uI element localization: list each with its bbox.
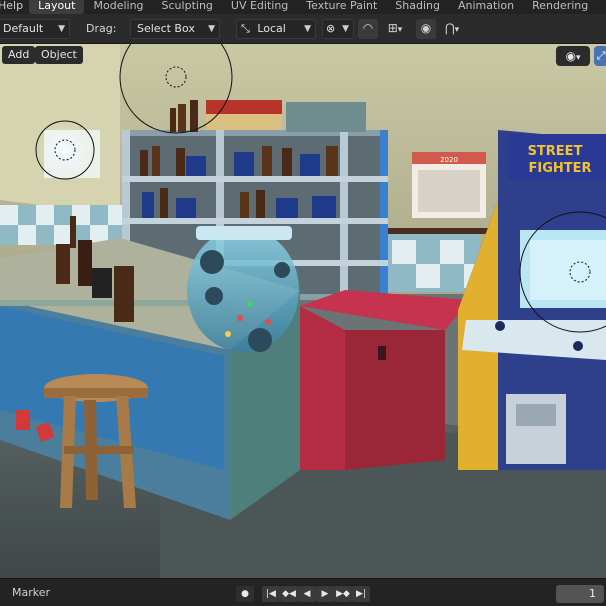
orientation-value: Default xyxy=(3,22,44,35)
transform-orientation-dropdown[interactable]: ⤡ Local ▼ xyxy=(236,19,316,39)
play-reverse-button[interactable]: ◀ xyxy=(298,586,316,602)
transform-orientation-icon: ⤡ xyxy=(241,22,250,35)
help-menu[interactable]: Help xyxy=(0,0,29,14)
snap-icon: ⊞ xyxy=(387,21,398,35)
marker-menu[interactable]: Marker xyxy=(12,586,50,599)
play-button[interactable]: ▶ xyxy=(316,586,334,602)
jump-start-button[interactable]: |◀ xyxy=(262,586,280,602)
tab-rendering[interactable]: Rendering xyxy=(523,0,597,14)
tab-animation[interactable]: Animation xyxy=(449,0,523,14)
falloff-icon: ⋂ xyxy=(444,21,455,35)
workspace-bar: Help Layout Modeling Sculpting UV Editin… xyxy=(0,0,606,14)
timeline-footer: Marker ● |◀ ◆◀ ◀ ▶ ▶◆ ▶| 1 xyxy=(0,578,606,606)
gizmo-icon: ⤢ xyxy=(596,49,606,62)
next-keyframe-icon: ▶◆ xyxy=(336,589,350,599)
tab-texture-paint[interactable]: Texture Paint xyxy=(297,0,386,14)
jump-start-icon: |◀ xyxy=(266,589,276,599)
link-icon: ⊗ xyxy=(326,22,336,35)
chevron-down-icon: ▼ xyxy=(208,24,215,34)
proportional-editing-toggle[interactable]: ◉ xyxy=(416,19,436,39)
tab-sculpting[interactable]: Sculpting xyxy=(153,0,222,14)
jump-end-button[interactable]: ▶| xyxy=(352,586,370,602)
play-reverse-icon: ◀ xyxy=(303,589,311,599)
falloff-dropdown[interactable]: ⋂▾ xyxy=(438,19,466,39)
wall-calendar: 2020 xyxy=(412,152,486,218)
jump-end-icon: ▶| xyxy=(356,589,366,599)
prev-keyframe-button[interactable]: ◆◀ xyxy=(280,586,298,602)
prev-keyframe-icon: ◆◀ xyxy=(282,589,296,599)
tab-modeling[interactable]: Modeling xyxy=(84,0,152,14)
play-icon: ▶ xyxy=(321,589,329,599)
chevron-down-icon: ▾ xyxy=(575,53,581,63)
record-icon: ● xyxy=(241,589,249,599)
visibility-dropdown[interactable]: ◉▾ xyxy=(556,46,590,66)
tab-uv-editing[interactable]: UV Editing xyxy=(222,0,297,14)
soda-can xyxy=(16,410,30,430)
calendar-year: 2020 xyxy=(440,156,458,164)
object-menu[interactable]: Object xyxy=(35,46,83,64)
arcade-marquee-bottom: FIGHTER xyxy=(528,161,591,176)
current-frame-field[interactable]: 1 xyxy=(556,585,604,603)
chevron-down-icon: ▼ xyxy=(58,24,65,34)
chevron-down-icon: ▾ xyxy=(454,25,460,35)
chevron-down-icon: ▼ xyxy=(304,24,311,34)
tab-shading[interactable]: Shading xyxy=(386,0,449,14)
add-menu[interactable]: Add xyxy=(2,46,36,64)
tab-layout[interactable]: Layout xyxy=(29,0,85,14)
drag-dropdown[interactable]: Select Box ▼ xyxy=(130,19,220,39)
drag-label: Drag: xyxy=(86,22,117,35)
transform-space-value: Local xyxy=(257,22,286,35)
snap-toggle[interactable]: ◠ xyxy=(358,19,378,39)
gizmo-toggle[interactable]: ⤢ xyxy=(594,46,606,66)
viewport-header: Default ▼ Drag: Select Box ▼ ⤡ Local ▼ ⊗… xyxy=(0,14,606,44)
next-keyframe-button[interactable]: ▶◆ xyxy=(334,586,352,602)
snap-target-dropdown[interactable]: ⊞▾ xyxy=(380,19,410,39)
red-cabinet xyxy=(300,290,470,470)
chevron-down-icon: ▼ xyxy=(342,24,349,34)
record-button[interactable]: ● xyxy=(236,586,254,602)
chevron-down-icon: ▾ xyxy=(397,25,403,35)
tab-compositing[interactable]: Co xyxy=(597,0,606,14)
arcade-marquee-top: STREET xyxy=(528,144,583,159)
proportional-icon: ◉ xyxy=(420,21,432,35)
pivot-dropdown[interactable]: ⊗ ▼ xyxy=(322,19,354,39)
drag-value: Select Box xyxy=(137,22,195,35)
orientation-dropdown[interactable]: Default ▼ xyxy=(0,19,70,39)
magnet-icon: ◠ xyxy=(362,21,374,35)
rendered-scene: 2020 STREET FIGHTER xyxy=(0,44,606,578)
3d-viewport[interactable]: 2020 STREET FIGHTER Add Object ◉▾ ⤢ xyxy=(0,44,606,578)
eye-icon: ◉ xyxy=(565,49,576,63)
